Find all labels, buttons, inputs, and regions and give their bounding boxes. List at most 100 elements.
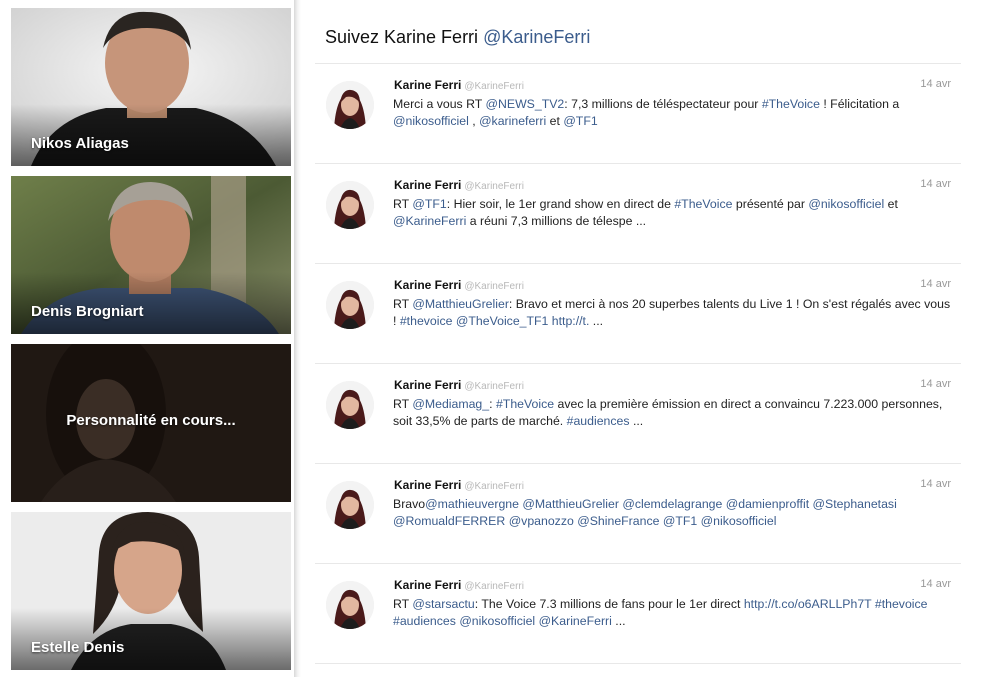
- column-divider: [294, 0, 301, 677]
- author-name[interactable]: Karine Ferri: [394, 578, 461, 592]
- follow-prefix: Suivez Karine Ferri: [325, 27, 479, 47]
- tweet-link[interactable]: http://t.co/o6ARLLPh7T: [744, 597, 872, 611]
- tweet-link[interactable]: @KarineFerri: [539, 614, 612, 628]
- personality-sidebar: Nikos Aliagas Denis Brogniart Personnali…: [0, 0, 300, 677]
- tweet-link[interactable]: #TheVoice: [762, 97, 820, 111]
- tweet-link[interactable]: @MatthieuGrelier: [412, 297, 509, 311]
- tweet-author: Karine Ferri @KarineFerri: [394, 78, 524, 92]
- personality-card-nikos[interactable]: Nikos Aliagas: [11, 8, 291, 166]
- tweet-date[interactable]: 14 avr: [920, 478, 951, 490]
- tweet-text-segment: Merci a vous RT: [393, 97, 486, 111]
- tweet-text-segment: Bravo: [393, 497, 426, 511]
- tweet-text-segment: ...: [611, 614, 626, 628]
- author-screen-name[interactable]: @KarineFerri: [464, 581, 524, 592]
- tweet-link[interactable]: @mathieuvergne: [425, 497, 519, 511]
- tweet-text-segment: RT: [393, 597, 413, 611]
- tweet-date[interactable]: 14 avr: [920, 578, 951, 590]
- tweet-link[interactable]: @TF1: [412, 197, 446, 211]
- tweet-text-segment: RT: [393, 197, 413, 211]
- author-screen-name[interactable]: @KarineFerri: [464, 481, 524, 492]
- author-screen-name[interactable]: @KarineFerri: [464, 181, 524, 192]
- tweet-author: Karine Ferri @KarineFerri: [394, 278, 524, 292]
- tweet-link[interactable]: @TF1: [563, 114, 597, 128]
- tweet-link[interactable]: @damienproffit: [726, 497, 809, 511]
- personality-card-denis[interactable]: Denis Brogniart: [11, 176, 291, 334]
- personality-card-estelle[interactable]: Estelle Denis: [11, 512, 291, 670]
- tweet-text: RT @TF1: Hier soir, le 1er grand show en…: [393, 196, 953, 230]
- tweet-link[interactable]: @TF1: [663, 514, 697, 528]
- author-avatar[interactable]: [326, 481, 374, 529]
- tweet-link[interactable]: @starsactu: [412, 597, 474, 611]
- author-name[interactable]: Karine Ferri: [394, 178, 461, 192]
- author-avatar[interactable]: [326, 381, 374, 429]
- tweet-text-segment: : 7,3 millions de téléspectateur pour: [564, 97, 762, 111]
- tweet-text-segment: ...: [629, 414, 644, 428]
- tweet-link[interactable]: @NEWS_TV2: [486, 97, 565, 111]
- feed-bottom-divider: [315, 663, 961, 665]
- tweet-link[interactable]: @RomualdFERRER: [393, 514, 505, 528]
- author-name[interactable]: Karine Ferri: [394, 478, 461, 492]
- tweet-date[interactable]: 14 avr: [920, 78, 951, 90]
- card-name: Personnalité en cours...: [66, 412, 236, 429]
- author-avatar[interactable]: [326, 181, 374, 229]
- tweet-text-segment: : Hier soir, le 1er grand show en direct…: [446, 197, 675, 211]
- twitter-feed: Suivez Karine Ferri @KarineFerri Karine …: [303, 0, 982, 677]
- tweet-link[interactable]: @KarineFerri: [393, 214, 466, 228]
- tweet-link[interactable]: #TheVoice: [496, 397, 554, 411]
- tweet-item: Karine Ferri @KarineFerri 14 avr RT @TF1: H…: [315, 163, 961, 264]
- tweet-text: Bravo@mathieuvergne @MatthieuGrelier @cl…: [393, 496, 953, 530]
- follow-heading: Suivez Karine Ferri @KarineFerri: [325, 27, 590, 48]
- tweet-text-segment: :: [489, 397, 496, 411]
- author-avatar[interactable]: [326, 81, 374, 129]
- tweet-date[interactable]: 14 avr: [920, 378, 951, 390]
- tweet-text: Merci a vous RT @NEWS_TV2: 7,3 millions …: [393, 96, 953, 130]
- personality-card-current[interactable]: Personnalité en cours...: [11, 344, 291, 502]
- follow-handle-link[interactable]: @KarineFerri: [483, 27, 590, 47]
- tweet-date[interactable]: 14 avr: [920, 278, 951, 290]
- tweet-item: Karine Ferri @KarineFerri 14 avr Bravo@math…: [315, 463, 961, 564]
- tweet-link[interactable]: #audiences: [567, 414, 630, 428]
- tweet-link[interactable]: http://t.: [552, 314, 590, 328]
- tweet-text: RT @MatthieuGrelier: Bravo et merci à no…: [393, 296, 953, 330]
- tweet-item: Karine Ferri @KarineFerri 14 avr RT @Matthi…: [315, 263, 961, 364]
- tweet-link[interactable]: @ShineFrance: [577, 514, 659, 528]
- author-name[interactable]: Karine Ferri: [394, 378, 461, 392]
- tweet-text: RT @Mediamag_: #TheVoice avec la premièr…: [393, 396, 953, 430]
- author-avatar[interactable]: [326, 281, 374, 329]
- card-name: Estelle Denis: [31, 639, 125, 656]
- tweet-link[interactable]: #TheVoice: [674, 197, 732, 211]
- tweet-item: Karine Ferri @KarineFerri 14 avr RT @starsa…: [315, 563, 961, 664]
- author-name[interactable]: Karine Ferri: [394, 78, 461, 92]
- tweet-link[interactable]: @nikosofficiel: [393, 114, 469, 128]
- tweet-link[interactable]: @nikosofficiel: [701, 514, 777, 528]
- tweet-author: Karine Ferri @KarineFerri: [394, 178, 524, 192]
- tweet-link[interactable]: #audiences: [393, 614, 456, 628]
- tweet-text-segment: RT: [393, 397, 413, 411]
- author-name[interactable]: Karine Ferri: [394, 278, 461, 292]
- tweet-text-segment: et: [546, 114, 564, 128]
- author-avatar[interactable]: [326, 581, 374, 629]
- tweet-link[interactable]: @TheVoice_TF1: [456, 314, 548, 328]
- tweet-text-segment: ...: [589, 314, 604, 328]
- tweet-link[interactable]: @Mediamag_: [412, 397, 489, 411]
- author-screen-name[interactable]: @KarineFerri: [464, 381, 524, 392]
- tweet-text: RT @starsactu: The Voice 7.3 millions de…: [393, 596, 953, 630]
- tweet-text-segment: présenté par: [732, 197, 809, 211]
- tweet-link[interactable]: @karineferri: [479, 114, 546, 128]
- tweet-link[interactable]: @vpanozzo: [509, 514, 574, 528]
- tweet-text-segment: ! Félicitation a: [819, 97, 900, 111]
- tweet-link[interactable]: @MatthieuGrelier: [522, 497, 619, 511]
- tweet-link[interactable]: @Stephanetasi: [813, 497, 897, 511]
- author-screen-name[interactable]: @KarineFerri: [464, 81, 524, 92]
- tweet-text-segment: et: [884, 197, 898, 211]
- tweet-link[interactable]: #thevoice: [875, 597, 928, 611]
- tweet-date[interactable]: 14 avr: [920, 178, 951, 190]
- tweet-link[interactable]: @nikosofficiel: [808, 197, 884, 211]
- tweet-link[interactable]: @nikosofficiel: [459, 614, 535, 628]
- tweet-author: Karine Ferri @KarineFerri: [394, 578, 524, 592]
- tweet-text-segment: RT: [393, 297, 413, 311]
- tweet-link[interactable]: @clemdelagrange: [622, 497, 722, 511]
- tweet-link[interactable]: #thevoice: [400, 314, 453, 328]
- card-name: Denis Brogniart: [31, 303, 144, 320]
- author-screen-name[interactable]: @KarineFerri: [464, 281, 524, 292]
